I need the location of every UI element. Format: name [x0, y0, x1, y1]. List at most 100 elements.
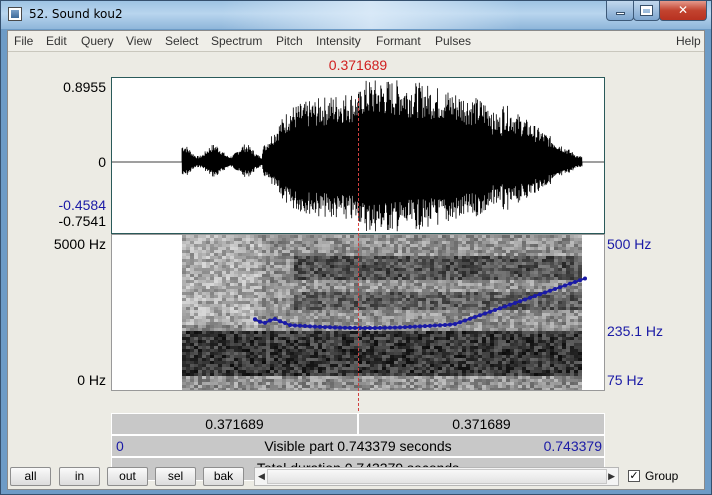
- pitch-point: [448, 322, 452, 327]
- pitch-point: [413, 324, 417, 329]
- close-button[interactable]: ✕: [659, 1, 707, 21]
- pitch-point: [528, 295, 532, 300]
- group-label: Group: [645, 469, 679, 483]
- menu-help[interactable]: Help: [676, 34, 701, 48]
- zoom-out-button[interactable]: out: [107, 467, 148, 486]
- pitch-point: [543, 290, 547, 295]
- menu-query[interactable]: Query: [81, 34, 114, 48]
- menu-intensity[interactable]: Intensity: [316, 34, 361, 48]
- wave-y-max: 0.8955: [63, 79, 106, 95]
- pitch-point: [348, 325, 352, 330]
- pitch-point: [258, 319, 262, 324]
- pitch-point: [473, 314, 477, 319]
- menu-edit[interactable]: Edit: [46, 34, 67, 48]
- pitch-point: [328, 325, 332, 330]
- pitch-point: [548, 288, 552, 293]
- pitch-point: [383, 325, 387, 330]
- visible-part-bar[interactable]: 0 Visible part 0.743379 seconds 0.743379: [111, 435, 605, 457]
- pitch-point: [278, 319, 282, 324]
- menu-view[interactable]: View: [126, 34, 152, 48]
- pitch-point: [423, 324, 427, 329]
- pitch-point: [408, 324, 412, 329]
- praat-sound-window: 52. Sound kou2 ✕ File Edit Query View Se…: [0, 0, 712, 495]
- pitch-point: [428, 323, 432, 328]
- pitch-point: [558, 285, 562, 290]
- pitch-point: [553, 286, 557, 291]
- pitch-point: [418, 324, 422, 329]
- maximize-button[interactable]: [633, 1, 660, 21]
- scroll-thumb[interactable]: [267, 469, 607, 484]
- pitch-point: [513, 300, 517, 305]
- pitch-point: [468, 316, 472, 321]
- sound-editor-canvas[interactable]: 0.371689 0.8955 0 -0.4584 -0.7541 5000 H…: [8, 52, 704, 481]
- menu-pitch[interactable]: Pitch: [276, 34, 303, 48]
- wave-y-min: -0.7541: [58, 213, 106, 229]
- menu-spectrum[interactable]: Spectrum: [211, 34, 262, 48]
- pitch-point: [583, 276, 587, 281]
- pitch-point: [333, 325, 337, 330]
- zoom-back-button[interactable]: bak: [203, 467, 244, 486]
- pitch-point: [518, 299, 522, 304]
- spectrogram-texture: [182, 235, 582, 390]
- pitch-point: [343, 325, 347, 330]
- left-segment-bar[interactable]: 0.371689: [111, 413, 358, 435]
- client-area: File Edit Query View Select Spectrum Pit…: [7, 30, 705, 490]
- window-title: 52. Sound kou2: [29, 7, 123, 21]
- pitch-point: [368, 325, 372, 330]
- pitch-point: [273, 317, 277, 322]
- horizontal-scrollbar[interactable]: ◀ ▶: [254, 467, 619, 486]
- right-segment-bar[interactable]: 0.371689: [358, 413, 605, 435]
- app-icon: [8, 7, 22, 21]
- pitch-point: [353, 325, 357, 330]
- pitch-point: [303, 324, 307, 329]
- visible-start-value: 0: [116, 438, 124, 454]
- pitch-max-label: 500 Hz: [607, 236, 652, 252]
- pitch-point: [533, 293, 537, 298]
- pitch-point: [443, 322, 447, 327]
- pitch-point: [398, 325, 402, 330]
- pitch-point: [483, 311, 487, 316]
- pitch-point: [293, 323, 297, 328]
- title-bar[interactable]: 52. Sound kou2 ✕: [1, 1, 711, 29]
- wave-y-cursor-value: -0.4584: [58, 197, 106, 213]
- spec-freq-max: 5000 Hz: [53, 236, 106, 252]
- scroll-left-icon[interactable]: ◀: [258, 471, 265, 482]
- pitch-point: [433, 323, 437, 328]
- pitch-point: [568, 281, 572, 286]
- menu-pulses[interactable]: Pulses: [435, 34, 471, 48]
- pitch-point: [493, 307, 497, 312]
- close-icon: ✕: [677, 3, 689, 17]
- pitch-point: [503, 304, 507, 309]
- group-checkbox[interactable]: ✓: [628, 470, 640, 482]
- pitch-point: [378, 325, 382, 330]
- visible-part-label: Visible part 0.743379 seconds: [264, 438, 452, 454]
- pitch-point: [263, 320, 267, 325]
- pitch-point: [318, 324, 322, 329]
- pitch-point: [538, 292, 542, 297]
- pitch-point: [453, 321, 457, 326]
- maximize-icon: [640, 5, 653, 16]
- menu-select[interactable]: Select: [165, 34, 198, 48]
- minimize-icon: [615, 12, 625, 15]
- pitch-point: [438, 323, 442, 328]
- cursor-time-label: 0.371689: [328, 57, 388, 73]
- pitch-point: [363, 325, 367, 330]
- zoom-all-button[interactable]: all: [10, 467, 51, 486]
- menu-bar: File Edit Query View Select Spectrum Pit…: [8, 31, 704, 51]
- pitch-point: [268, 318, 272, 323]
- pitch-point: [578, 278, 582, 283]
- zoom-in-button[interactable]: in: [59, 467, 100, 486]
- pitch-point: [488, 309, 492, 314]
- pitch-point: [508, 302, 512, 307]
- minimize-button[interactable]: [606, 1, 634, 21]
- menu-file[interactable]: File: [14, 34, 33, 48]
- visible-end-value: 0.743379: [543, 438, 602, 454]
- scroll-right-icon[interactable]: ▶: [608, 471, 615, 482]
- spec-freq-min: 0 Hz: [77, 372, 106, 388]
- zoom-sel-button[interactable]: sel: [155, 467, 196, 486]
- pitch-point: [388, 325, 392, 330]
- pitch-point: [253, 317, 257, 322]
- title-glass-highlight: [221, 1, 521, 29]
- menu-formant[interactable]: Formant: [376, 34, 421, 48]
- pitch-point: [478, 313, 482, 318]
